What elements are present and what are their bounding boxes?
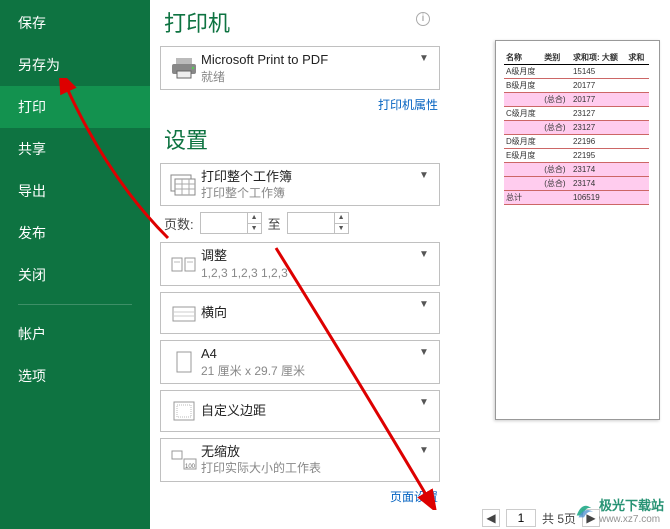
spin-up-icon[interactable]: ▲: [248, 213, 261, 224]
spin-up-icon[interactable]: ▲: [335, 213, 348, 224]
collate-icon: [167, 254, 201, 274]
printer-icon: [167, 56, 201, 80]
chevron-down-icon: ▼: [419, 168, 433, 181]
page-range-row: 页数: ▲▼ 至 ▲▼: [164, 212, 440, 234]
printer-section-title: 打印机: [164, 6, 440, 38]
page-icon: [167, 350, 201, 374]
margins-icon: [167, 400, 201, 422]
backstage-sidebar: 保存 另存为 打印 共享 导出 发布 关闭 帐户 选项: [0, 0, 150, 529]
scale-icon: 100: [167, 449, 201, 471]
page-from-input[interactable]: ▲▼: [200, 212, 262, 234]
scope-sub: 打印整个工作簿: [201, 185, 419, 201]
info-icon[interactable]: i: [416, 12, 430, 26]
print-scope-selector[interactable]: 打印整个工作簿 打印整个工作簿 ▼: [160, 163, 440, 207]
chevron-down-icon: ▼: [419, 443, 433, 456]
watermark-text: 极光下载站: [599, 495, 664, 514]
chevron-down-icon: ▼: [419, 51, 433, 64]
spin-down-icon[interactable]: ▼: [248, 224, 261, 234]
printer-properties-link[interactable]: 打印机属性: [378, 98, 438, 112]
svg-text:100: 100: [185, 464, 196, 470]
sidebar-item-save[interactable]: 保存: [0, 2, 150, 44]
chevron-down-icon: ▼: [419, 345, 433, 358]
printer-name: Microsoft Print to PDF: [201, 51, 419, 69]
prev-page-button[interactable]: ◀: [482, 509, 500, 527]
watermark: 极光下载站 www.xz7.com: [573, 495, 664, 525]
workbook-icon: [167, 174, 201, 196]
sidebar-item-export[interactable]: 导出: [0, 170, 150, 212]
margins-selector[interactable]: 自定义边距 ▼: [160, 390, 440, 432]
preview-table: 名称类别求和项: 大额求和A级月度15145B级月度20177(总合)20177…: [504, 51, 649, 205]
paper-title: A4: [201, 345, 419, 363]
orientation-selector[interactable]: 横向 ▼: [160, 292, 440, 334]
print-preview-pane: 名称类别求和项: 大额求和A级月度15145B级月度20177(总合)20177…: [440, 0, 660, 529]
spin-down-icon[interactable]: ▼: [335, 224, 348, 234]
paper-size-selector[interactable]: A4 21 厘米 x 29.7 厘米 ▼: [160, 340, 440, 384]
page-to-input[interactable]: ▲▼: [287, 212, 349, 234]
chevron-down-icon: ▼: [419, 395, 433, 408]
preview-page: 名称类别求和项: 大额求和A级月度15145B级月度20177(总合)20177…: [495, 40, 660, 420]
collate-sub: 1,2,3 1,2,3 1,2,3: [201, 265, 419, 281]
scale-sub: 打印实际大小的工作表: [201, 460, 419, 476]
total-pages-label: 共 5页: [542, 510, 576, 527]
watermark-url: www.xz7.com: [599, 514, 664, 525]
current-page-input[interactable]: [506, 509, 536, 527]
sidebar-item-share[interactable]: 共享: [0, 128, 150, 170]
scope-title: 打印整个工作簿: [201, 168, 419, 186]
paper-sub: 21 厘米 x 29.7 厘米: [201, 363, 419, 379]
sidebar-item-publish[interactable]: 发布: [0, 212, 150, 254]
margin-title: 自定义边距: [201, 402, 419, 420]
sidebar-item-close[interactable]: 关闭: [0, 254, 150, 296]
chevron-down-icon: ▼: [419, 297, 433, 310]
sidebar-item-account[interactable]: 帐户: [0, 313, 150, 355]
sidebar-item-saveas[interactable]: 另存为: [0, 44, 150, 86]
collate-selector[interactable]: 调整 1,2,3 1,2,3 1,2,3 ▼: [160, 242, 440, 286]
printer-selector[interactable]: Microsoft Print to PDF 就绪 ▼: [160, 46, 440, 90]
orient-title: 横向: [201, 304, 419, 322]
settings-section-title: 设置: [164, 123, 440, 155]
printer-status: 就绪: [201, 69, 419, 85]
scale-title: 无缩放: [201, 443, 419, 461]
landscape-icon: [167, 303, 201, 323]
page-setup-link[interactable]: 页面设置: [390, 490, 438, 504]
sidebar-item-print[interactable]: 打印: [0, 86, 150, 128]
sidebar-item-options[interactable]: 选项: [0, 355, 150, 397]
chevron-down-icon: ▼: [419, 247, 433, 260]
sidebar-separator: [18, 304, 132, 305]
pages-label: 页数:: [164, 214, 194, 233]
scaling-selector[interactable]: 100 无缩放 打印实际大小的工作表 ▼: [160, 438, 440, 482]
aurora-icon: [573, 499, 595, 521]
collate-title: 调整: [201, 247, 419, 265]
pages-to-label: 至: [268, 214, 281, 233]
